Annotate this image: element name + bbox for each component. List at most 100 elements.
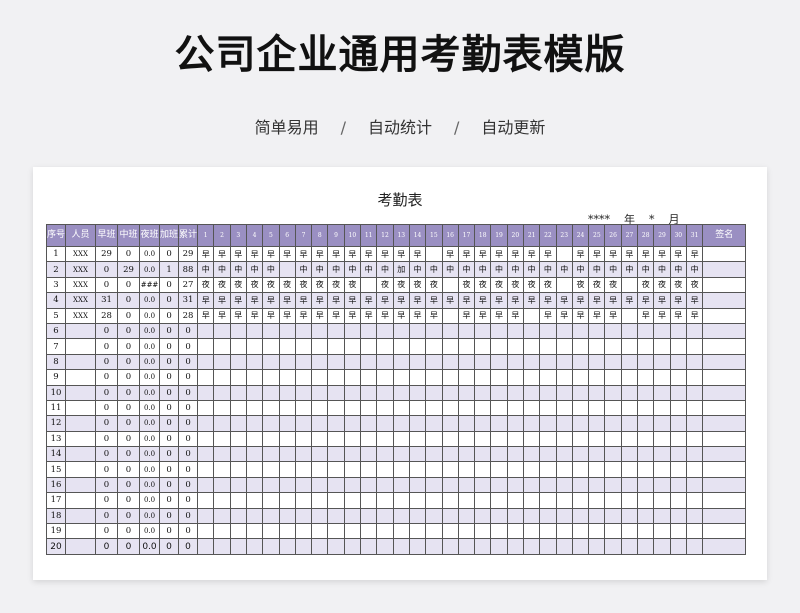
cell-day-shift[interactable]: 中 [588,261,606,278]
cell-day-shift[interactable]: 夜 [506,276,524,294]
cell-day-shift[interactable]: 早 [278,307,296,324]
cell-mid[interactable]: 0 [117,245,141,263]
cell-day-shift[interactable]: 早 [343,245,362,263]
cell-day-shift[interactable]: 早 [539,292,557,309]
cell-total[interactable]: 29 [178,245,199,263]
cell-day-shift[interactable]: 中 [522,261,541,278]
cell-day-shift[interactable] [311,492,329,509]
cell-day-shift[interactable] [522,446,541,463]
cell-day-shift[interactable] [392,507,410,525]
cell-total[interactable]: 27 [178,276,199,294]
cell-day-shift[interactable]: 夜 [457,276,476,294]
cell-day-shift[interactable]: 早 [408,245,427,263]
cell-seq[interactable]: 15 [45,461,67,478]
cell-day-shift[interactable]: 中 [197,261,215,278]
cell-person[interactable] [65,507,97,525]
cell-day-shift[interactable] [653,538,671,555]
cell-day-shift[interactable] [245,492,264,509]
cell-day-shift[interactable] [669,384,687,401]
cell-day-shift[interactable] [408,507,427,525]
cell-early[interactable]: 0 [95,353,119,371]
cell-day-shift[interactable] [197,384,215,401]
cell-day-shift[interactable] [376,538,394,555]
cell-day-shift[interactable] [555,369,573,386]
cell-day-shift[interactable]: 早 [457,307,476,324]
cell-day-shift[interactable] [604,353,622,371]
cell-early[interactable]: 29 [95,245,119,263]
cell-overtime[interactable]: 0 [159,307,180,324]
cell-day-shift[interactable] [360,384,378,401]
cell-day-shift[interactable] [457,461,476,478]
cell-day-shift[interactable] [539,430,557,448]
cell-day-shift[interactable] [408,322,427,340]
cell-day-shift[interactable] [343,415,362,432]
cell-day-shift[interactable]: 夜 [669,276,687,294]
cell-day-shift[interactable]: 早 [360,245,378,263]
cell-day-shift[interactable] [294,415,313,432]
cell-early[interactable]: 0 [95,523,119,540]
cell-day-shift[interactable] [311,430,329,448]
cell-day-shift[interactable] [229,430,247,448]
cell-day-shift[interactable] [392,476,410,494]
cell-total[interactable]: 0 [178,446,199,463]
cell-day-shift[interactable] [213,353,231,371]
cell-day-shift[interactable]: 早 [620,292,639,309]
cell-day-shift[interactable] [604,338,622,355]
cell-day-shift[interactable] [604,446,622,463]
cell-day-shift[interactable]: 早 [474,245,492,263]
cell-day-shift[interactable] [571,492,590,509]
cell-overtime[interactable]: 0 [159,322,180,340]
cell-day-shift[interactable] [685,415,704,432]
cell-total[interactable]: 31 [178,292,199,309]
cell-day-shift[interactable]: 早 [213,245,231,263]
cell-day-shift[interactable] [522,476,541,494]
cell-day-shift[interactable] [392,322,410,340]
cell-day-shift[interactable] [408,461,427,478]
cell-day-shift[interactable] [360,507,378,525]
cell-day-shift[interactable]: 早 [392,292,410,309]
cell-day-shift[interactable]: 早 [197,292,215,309]
cell-day-shift[interactable] [425,492,443,509]
cell-day-shift[interactable] [294,369,313,386]
cell-day-shift[interactable] [522,461,541,478]
cell-day-shift[interactable] [441,369,459,386]
cell-day-shift[interactable]: 早 [262,307,280,324]
cell-day-shift[interactable] [620,538,639,555]
cell-day-shift[interactable] [278,461,296,478]
cell-day-shift[interactable] [457,353,476,371]
cell-night[interactable]: 0.0 [139,523,161,540]
cell-day-shift[interactable]: 夜 [539,276,557,294]
cell-day-shift[interactable] [245,430,264,448]
cell-day-shift[interactable] [555,538,573,555]
cell-day-shift[interactable] [588,446,606,463]
cell-day-shift[interactable]: 中 [506,261,524,278]
cell-seq[interactable]: 8 [45,353,67,371]
cell-day-shift[interactable] [278,446,296,463]
cell-mid[interactable]: 0 [117,276,141,294]
cell-day-shift[interactable]: 早 [637,292,655,309]
cell-day-shift[interactable] [457,322,476,340]
cell-day-shift[interactable] [197,369,215,386]
cell-day-shift[interactable] [408,476,427,494]
cell-day-shift[interactable] [425,446,443,463]
cell-person[interactable] [65,415,97,432]
cell-day-shift[interactable] [490,446,508,463]
cell-day-shift[interactable] [457,476,476,494]
cell-sign[interactable] [702,446,747,463]
cell-person[interactable] [65,461,97,478]
cell-day-shift[interactable]: 早 [669,292,687,309]
cell-day-shift[interactable]: 中 [360,261,378,278]
cell-day-shift[interactable] [343,353,362,371]
cell-person[interactable]: XXX [65,276,97,294]
cell-day-shift[interactable] [620,399,639,417]
cell-day-shift[interactable] [376,461,394,478]
cell-day-shift[interactable]: 早 [376,307,394,324]
cell-day-shift[interactable] [376,476,394,494]
cell-day-shift[interactable] [213,507,231,525]
cell-day-shift[interactable] [425,338,443,355]
cell-day-shift[interactable] [327,430,345,448]
cell-night[interactable]: 0.0 [139,461,161,478]
cell-day-shift[interactable] [620,492,639,509]
cell-day-shift[interactable] [343,446,362,463]
cell-day-shift[interactable] [604,538,622,555]
